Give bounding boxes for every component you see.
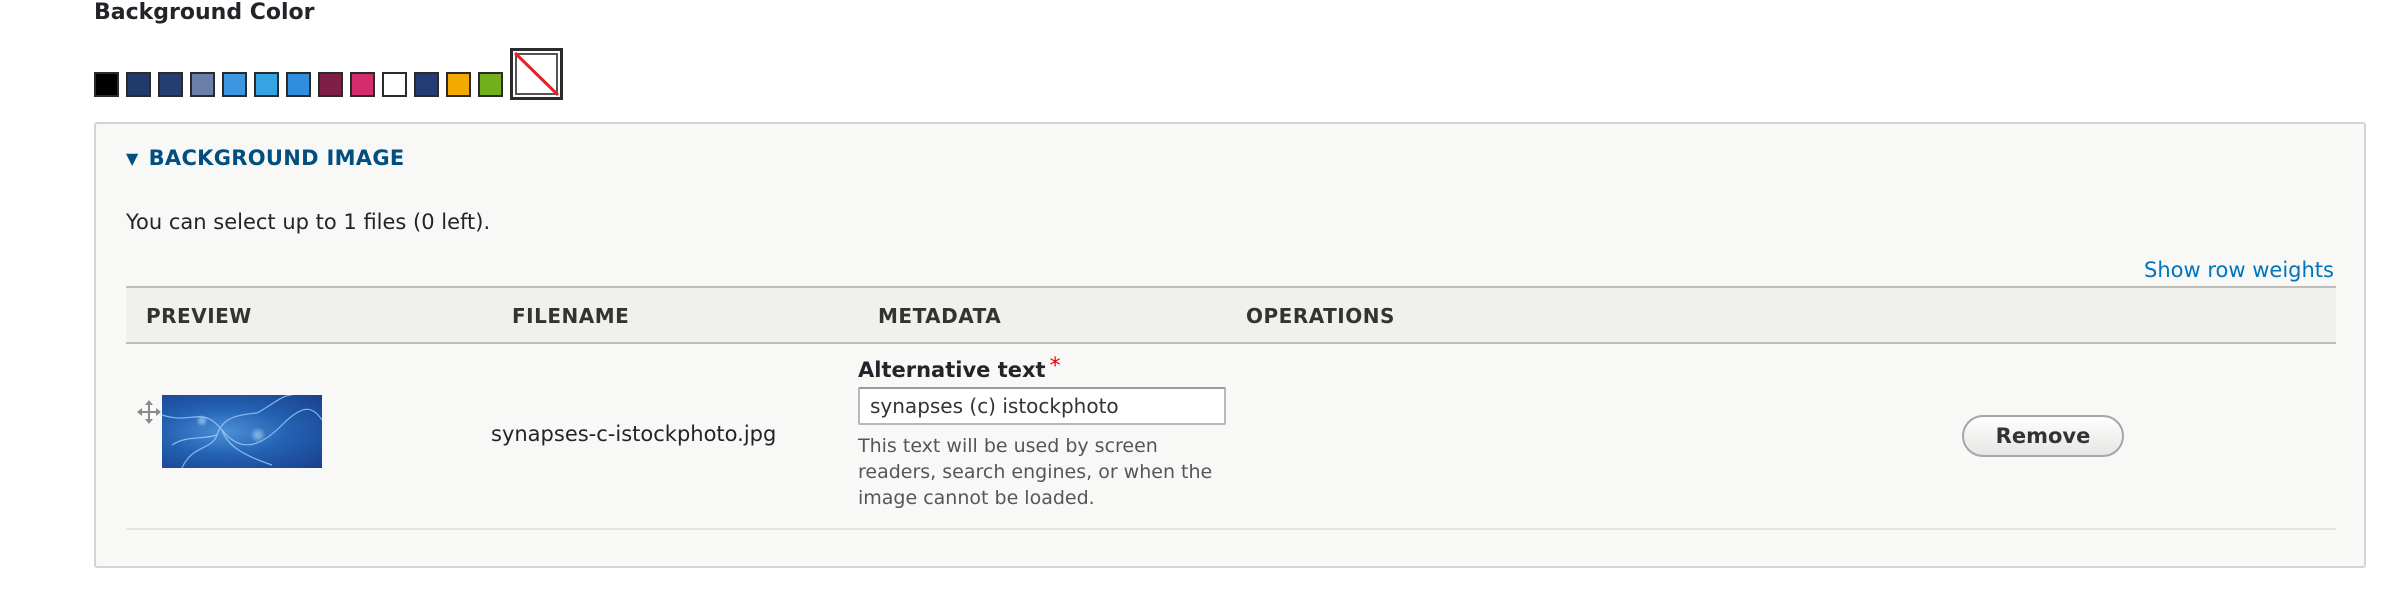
color-swatch[interactable] bbox=[190, 72, 215, 97]
column-filename: FILENAME bbox=[512, 304, 630, 328]
color-swatch[interactable] bbox=[350, 72, 375, 97]
summary-label: BACKGROUND IMAGE bbox=[148, 146, 405, 170]
background-color-label: Background Color bbox=[94, 0, 315, 25]
table-header: PREVIEW FILENAME METADATA OPERATIONS bbox=[126, 286, 2336, 344]
metadata-cell: Alternative text* This text will be used… bbox=[858, 354, 1238, 511]
color-swatch[interactable] bbox=[222, 72, 247, 97]
triangle-down-icon: ▼ bbox=[126, 148, 139, 168]
color-swatch[interactable] bbox=[254, 72, 279, 97]
background-image-summary[interactable]: ▼ BACKGROUND IMAGE bbox=[126, 146, 405, 170]
background-image-fieldset: ▼ BACKGROUND IMAGE You can select up to … bbox=[94, 122, 2366, 568]
color-swatch[interactable] bbox=[478, 72, 503, 97]
alt-text-input[interactable] bbox=[858, 387, 1226, 425]
alt-text-help: This text will be used by screen readers… bbox=[858, 435, 1213, 509]
remove-button[interactable]: Remove bbox=[1962, 415, 2124, 457]
color-swatch[interactable] bbox=[94, 72, 119, 97]
color-swatch[interactable] bbox=[126, 72, 151, 97]
no-color-icon[interactable] bbox=[510, 48, 563, 100]
column-operations: OPERATIONS bbox=[1246, 304, 1395, 328]
color-swatch[interactable] bbox=[414, 72, 439, 97]
drag-handle-icon[interactable] bbox=[136, 399, 162, 425]
table-row: synapses-c-istockphoto.jpg Alternative t… bbox=[126, 344, 2336, 530]
color-swatches bbox=[94, 46, 563, 100]
show-row-weights-link[interactable]: Show row weights bbox=[2144, 258, 2334, 282]
required-marker: * bbox=[1049, 354, 1061, 379]
color-swatch[interactable] bbox=[382, 72, 407, 97]
image-preview bbox=[162, 395, 322, 468]
file-limit-description: You can select up to 1 files (0 left). bbox=[126, 210, 491, 234]
column-preview: PREVIEW bbox=[146, 304, 252, 328]
column-metadata: METADATA bbox=[878, 304, 1002, 328]
files-table: PREVIEW FILENAME METADATA OPERATIONS syn… bbox=[126, 286, 2336, 530]
color-swatch[interactable] bbox=[158, 72, 183, 97]
alt-text-label: Alternative text bbox=[858, 358, 1046, 382]
file-name: synapses-c-istockphoto.jpg bbox=[491, 422, 777, 446]
color-swatch[interactable] bbox=[318, 72, 343, 97]
color-swatch[interactable] bbox=[446, 72, 471, 97]
color-swatch[interactable] bbox=[286, 72, 311, 97]
